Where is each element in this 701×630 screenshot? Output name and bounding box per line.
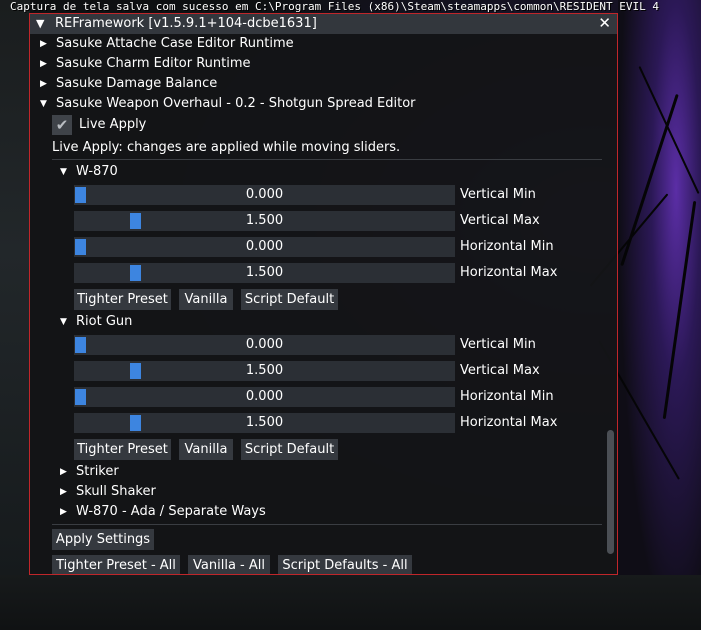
w870-tighter-preset-button[interactable]: Tighter Preset	[74, 289, 171, 310]
riot-horizontal-min-slider[interactable]: 0.000	[74, 387, 455, 407]
w870-horizontal-min-slider[interactable]: 0.000	[74, 237, 455, 257]
section-label: Riot Gun	[76, 314, 133, 329]
expand-arrow-icon: ▶	[60, 487, 67, 497]
tree-node-weapon-overhaul[interactable]: ▼ Sasuke Weapon Overhaul - 0.2 - Shotgun …	[40, 94, 416, 114]
apply-settings-button[interactable]: Apply Settings	[52, 529, 154, 550]
expand-arrow-icon: ▶	[40, 79, 47, 89]
slider-value: 1.500	[245, 363, 284, 378]
live-apply-note: Live Apply: changes are applied while mo…	[52, 140, 401, 155]
slider-value: 0.000	[245, 239, 284, 254]
collapse-icon[interactable]: ▼	[36, 17, 44, 30]
riot-vanilla-button[interactable]: Vanilla	[179, 439, 233, 460]
expand-arrow-icon: ▶	[40, 39, 47, 49]
slider-label: Horizontal Max	[460, 265, 558, 280]
slider-label: Vertical Max	[460, 213, 540, 228]
background-left	[0, 0, 30, 630]
w870-script-default-button[interactable]: Script Default	[241, 289, 338, 310]
tree-node-label: Sasuke Damage Balance	[56, 76, 218, 91]
live-apply-label[interactable]: Live Apply	[79, 115, 146, 135]
tree-node-skull-shaker[interactable]: ▶ Skull Shaker	[60, 482, 156, 502]
close-icon[interactable]: ✕	[598, 14, 611, 32]
background-right	[589, 0, 701, 630]
slider-label: Vertical Min	[460, 187, 536, 202]
slider-value: 1.500	[245, 213, 284, 228]
tree-node-label: Sasuke Attache Case Editor Runtime	[56, 36, 294, 51]
collapse-arrow-icon: ▼	[60, 167, 67, 177]
section-label: W-870 - Ada / Separate Ways	[76, 504, 266, 519]
window-title: REFramework [v1.5.9.1+104-dcbe1631]	[55, 16, 317, 31]
slider-label: Horizontal Max	[460, 415, 558, 430]
riot-vertical-min-slider[interactable]: 0.000	[74, 335, 455, 355]
tree-node-label: Sasuke Charm Editor Runtime	[56, 56, 251, 71]
w870-vertical-min-slider[interactable]: 0.000	[74, 185, 455, 205]
script-defaults-all-button[interactable]: Script Defaults - All	[278, 555, 412, 574]
tree-node-damage[interactable]: ▶ Sasuke Damage Balance	[40, 74, 217, 94]
separator	[52, 524, 602, 525]
riot-vertical-max-slider[interactable]: 1.500	[74, 361, 455, 381]
tree-branch	[638, 66, 700, 194]
tree-node-charm[interactable]: ▶ Sasuke Charm Editor Runtime	[40, 54, 251, 74]
live-apply-checkbox[interactable]: ✔	[52, 115, 72, 135]
collapse-arrow-icon: ▼	[60, 317, 67, 327]
slider-value: 0.000	[245, 337, 284, 352]
slider-label: Horizontal Min	[460, 239, 554, 254]
w870-horizontal-max-slider[interactable]: 1.500	[74, 263, 455, 283]
tree-node-striker[interactable]: ▶ Striker	[60, 462, 119, 482]
section-label: W-870	[76, 164, 118, 179]
section-label: Skull Shaker	[76, 484, 156, 499]
tree-node-riot-gun[interactable]: ▼ Riot Gun	[60, 312, 132, 332]
riot-script-default-button[interactable]: Script Default	[241, 439, 338, 460]
riot-horizontal-max-slider[interactable]: 1.500	[74, 413, 455, 433]
vanilla-all-button[interactable]: Vanilla - All	[188, 555, 270, 574]
window-content[interactable]: ▶ Sasuke Attache Case Editor Runtime ▶ Sas…	[30, 34, 617, 574]
window-titlebar[interactable]: ▼ REFramework [v1.5.9.1+104-dcbe1631] ✕	[30, 14, 617, 34]
reframework-window[interactable]: ▼ REFramework [v1.5.9.1+104-dcbe1631] ✕ …	[29, 13, 618, 575]
checkmark-icon: ✔	[55, 116, 69, 134]
expand-arrow-icon: ▶	[40, 59, 47, 69]
background-bottom	[0, 575, 701, 630]
separator	[52, 159, 602, 160]
screenshot-caption: Captura de tela salva com sucesso em C:\…	[10, 0, 660, 13]
scrollbar-thumb[interactable]	[607, 430, 614, 554]
tree-node-w870-ada[interactable]: ▶ W-870 - Ada / Separate Ways	[60, 502, 266, 522]
tree-node-label: Sasuke Weapon Overhaul - 0.2 - Shotgun S…	[56, 96, 416, 111]
slider-label: Vertical Min	[460, 337, 536, 352]
expand-arrow-icon: ▶	[60, 467, 67, 477]
collapse-arrow-icon: ▼	[40, 99, 47, 109]
w870-vertical-max-slider[interactable]: 1.500	[74, 211, 455, 231]
slider-value: 0.000	[245, 187, 284, 202]
tighter-preset-all-button[interactable]: Tighter Preset - All	[52, 555, 180, 574]
slider-value: 1.500	[245, 415, 284, 430]
section-label: Striker	[76, 464, 119, 479]
slider-label: Horizontal Min	[460, 389, 554, 404]
tree-branch	[662, 200, 697, 420]
slider-value: 1.500	[245, 265, 284, 280]
w870-vanilla-button[interactable]: Vanilla	[179, 289, 233, 310]
tree-node-attache[interactable]: ▶ Sasuke Attache Case Editor Runtime	[40, 34, 294, 54]
slider-label: Vertical Max	[460, 363, 540, 378]
slider-value: 0.000	[245, 389, 284, 404]
tree-node-w870[interactable]: ▼ W-870	[60, 162, 118, 182]
riot-tighter-preset-button[interactable]: Tighter Preset	[74, 439, 171, 460]
expand-arrow-icon: ▶	[60, 507, 67, 517]
